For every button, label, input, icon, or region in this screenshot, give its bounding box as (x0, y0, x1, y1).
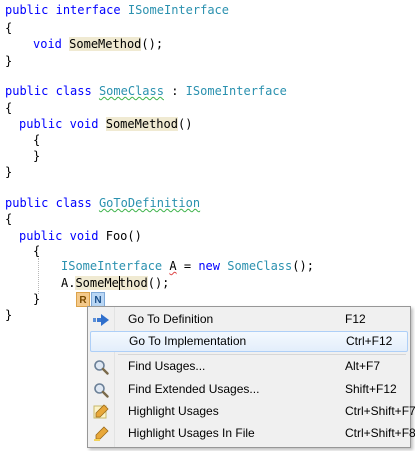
code-punctuation: (); (292, 259, 314, 273)
menu-item-label: Highlight Usages (128, 404, 219, 418)
navigate-badge[interactable]: N (91, 292, 105, 307)
type-name[interactable]: ISomeInterface (61, 259, 162, 273)
keyword: class (55, 84, 92, 98)
code-line[interactable]: } (33, 290, 40, 308)
code-line[interactable]: { (5, 19, 12, 37)
keyword: void (69, 117, 99, 131)
brace: { (5, 101, 13, 115)
code-punctuation: = (176, 259, 199, 273)
menu-item-shortcut: Alt+F7 (345, 359, 381, 373)
menu-item-go-to-implementation[interactable]: Go To Implementation Ctrl+F12 (90, 331, 408, 352)
method-call-highlighted[interactable]: SomeMethod (75, 276, 148, 290)
code-punctuation: (); (141, 37, 164, 51)
code-line[interactable]: ISomeInterface A = new SomeClass(); (61, 257, 314, 275)
code-line[interactable]: { (5, 210, 12, 228)
brace: } (33, 149, 41, 163)
class-name[interactable]: SomeClass (99, 84, 164, 98)
menu-item-find-usages[interactable]: Find Usages... Alt+F7 (90, 356, 408, 377)
brace: { (33, 133, 41, 147)
method-name-part: SomeMe (75, 276, 119, 290)
brace: } (5, 165, 13, 179)
brace: { (33, 244, 41, 258)
method-name-highlighted[interactable]: SomeMethod (69, 37, 142, 51)
brace: } (5, 308, 13, 322)
navigation-badges: R N (76, 292, 105, 307)
method-name-part: thod (118, 276, 148, 290)
code-line[interactable]: { (5, 99, 12, 117)
resharper-badge[interactable]: R (76, 292, 90, 307)
method-name[interactable]: Foo() (106, 229, 142, 243)
keyword: void (69, 229, 99, 243)
class-name[interactable]: SomeClass (227, 259, 292, 273)
interface-name[interactable]: ISomeInterface (128, 3, 229, 17)
highlighter-pen-icon (92, 403, 110, 420)
menu-item-label: Go To Implementation (129, 334, 247, 348)
keyword: void (33, 37, 62, 51)
code-punctuation: (); (147, 276, 170, 290)
base-interface-name[interactable]: ISomeInterface (186, 84, 287, 98)
menu-item-highlight-usages[interactable]: Highlight Usages Ctrl+Shift+F7 (90, 401, 415, 422)
menu-item-go-to-definition[interactable]: Go To Definition F12 (90, 309, 408, 330)
method-name-highlighted[interactable]: SomeMethod (105, 117, 178, 131)
code-line[interactable]: } (5, 52, 12, 70)
code-line[interactable]: void SomeMethod(); (33, 35, 163, 53)
menu-item-shortcut: Shift+F12 (345, 382, 397, 396)
menu-item-shortcut: Ctrl+Shift+F7 (345, 404, 415, 418)
keyword: public (5, 3, 49, 17)
code-text: A. (61, 276, 76, 290)
menu-item-shortcut: Ctrl+F12 (346, 334, 393, 348)
menu-separator (118, 354, 406, 355)
indent-guide (38, 258, 39, 294)
code-line[interactable]: A.SomeMethod(); (61, 274, 169, 292)
code-line[interactable]: } (33, 147, 40, 165)
brace: } (33, 292, 41, 306)
code-line[interactable]: } (5, 163, 12, 181)
keyword: public (19, 229, 63, 243)
brace: } (5, 54, 13, 68)
class-name[interactable]: GoToDefinition (99, 196, 200, 210)
magnifier-icon (92, 358, 110, 375)
code-editor[interactable]: public interface ISomeInterface { void S… (0, 0, 415, 451)
menu-item-find-extended-usages[interactable]: Find Extended Usages... Shift+F12 (90, 379, 408, 400)
brace: { (5, 212, 13, 226)
code-line[interactable]: public class GoToDefinition (5, 194, 200, 212)
menu-item-highlight-usages-in-file[interactable]: Highlight Usages In File Ctrl+Shift+F8 (90, 423, 415, 444)
code-line[interactable]: } (5, 306, 12, 324)
code-line[interactable]: public interface ISomeInterface (5, 1, 229, 19)
brace: { (5, 21, 13, 35)
menu-item-label: Highlight Usages In File (128, 426, 255, 440)
code-punctuation: () (177, 117, 193, 131)
keyword: public (5, 196, 49, 210)
menu-item-label: Go To Definition (128, 312, 214, 326)
keyword: class (55, 196, 92, 210)
menu-item-label: Find Extended Usages... (128, 382, 260, 396)
highlighter-pen-icon (92, 425, 110, 442)
go-to-arrow-icon (92, 311, 110, 328)
navigation-context-menu: Go To Definition F12 Go To Implementatio… (87, 306, 415, 448)
keyword: interface (55, 3, 121, 17)
variable-name[interactable]: A (169, 259, 176, 273)
menu-item-label: Find Usages... (128, 359, 206, 373)
menu-item-shortcut: Ctrl+Shift+F8 (345, 426, 415, 440)
code-line[interactable]: { (33, 242, 40, 260)
keyword: new (198, 259, 220, 273)
keyword: public (19, 117, 63, 131)
keyword: public (5, 84, 49, 98)
code-line[interactable]: public class SomeClass : ISomeInterface (5, 82, 287, 100)
menu-item-shortcut: F12 (345, 312, 366, 326)
code-punctuation: : (163, 84, 186, 98)
code-line[interactable]: public void SomeMethod() (19, 115, 192, 133)
magnifier-icon (92, 381, 110, 398)
